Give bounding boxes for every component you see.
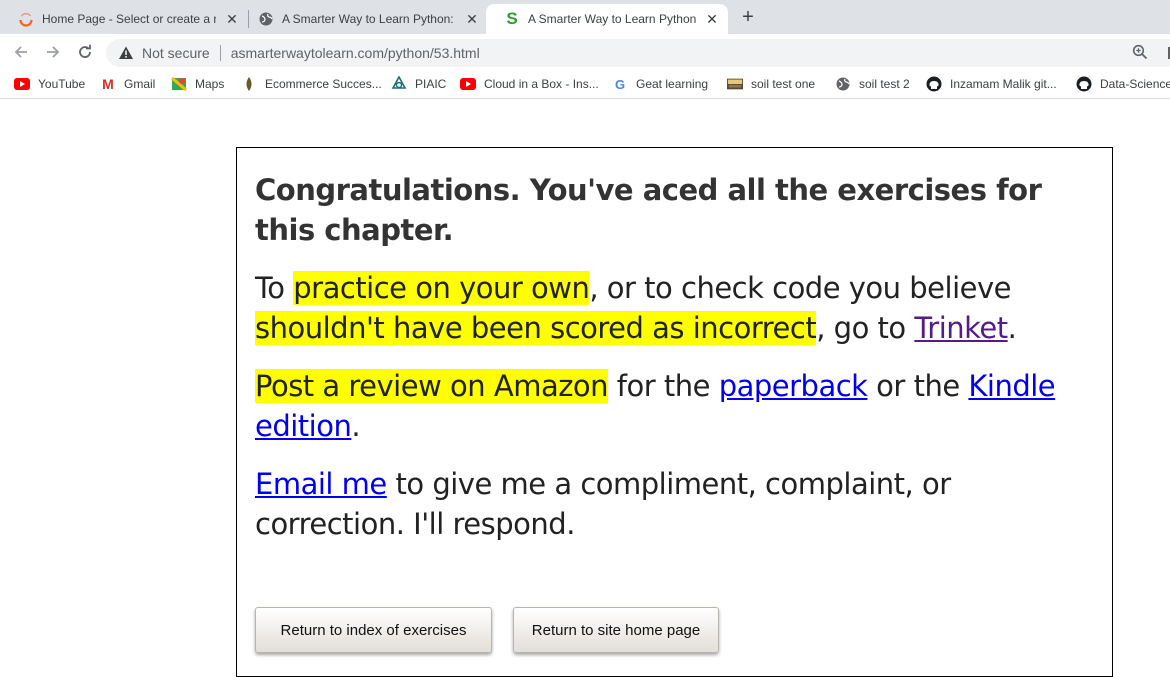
bookmark-ecommerce[interactable]: Ecommerce Succes... — [241, 76, 382, 92]
tab-home-page[interactable]: Home Page - Select or create a n ✕ — [0, 4, 248, 34]
bookmark-inzamam-github[interactable]: Inzamam Malik git... — [926, 76, 1057, 92]
highlight-incorrect: shouldn't have been scored as incorrect — [255, 311, 817, 345]
youtube-icon — [460, 76, 476, 92]
forward-button[interactable] — [41, 40, 65, 64]
bookmark-cloud-in-a-box[interactable]: Cloud in a Box - Ins... — [460, 76, 599, 92]
page-heading: Congratulations. You've aced all the exe… — [255, 173, 1042, 247]
tab-strip: Home Page - Select or create a n ✕ A Sma… — [0, 0, 1170, 34]
bookmark-label: Ecommerce Succes... — [265, 77, 382, 91]
text: or the — [867, 369, 969, 403]
close-tab-icon[interactable]: ✕ — [224, 11, 240, 28]
text: To — [255, 271, 294, 305]
text: . — [351, 409, 361, 443]
tab-title: Home Page - Select or create a n — [42, 12, 216, 26]
warning-icon[interactable] — [118, 45, 134, 61]
text: . — [1007, 311, 1017, 345]
github-icon — [926, 76, 942, 92]
bookmark-soil-test-one[interactable]: soil test one — [727, 76, 815, 92]
browser-toolbar: Not secure asmarterwaytolearn.com/python… — [0, 34, 1170, 70]
tab-title: A Smarter Way to Learn Python: L — [282, 12, 456, 26]
email-paragraph: Email me to give me a compliment, compla… — [255, 464, 1095, 544]
text: , or to check code you believe — [589, 271, 1011, 305]
bookmark-label: PIAIC — [415, 77, 447, 91]
reload-button[interactable] — [73, 40, 97, 64]
google-icon: G — [614, 76, 626, 92]
back-button[interactable] — [9, 40, 33, 64]
forward-arrow-icon — [47, 46, 60, 58]
omnibox-divider — [219, 45, 221, 61]
bookmark-geat-learning[interactable]: G Geat learning — [612, 76, 708, 92]
close-tab-icon[interactable]: ✕ — [704, 11, 720, 28]
gmail-icon: M — [102, 76, 114, 92]
github-icon — [1076, 76, 1092, 92]
back-arrow-icon — [14, 46, 27, 58]
exercise-complete-panel: Congratulations. You've aced all the exe… — [236, 147, 1113, 677]
bookmark-label: soil test one — [751, 77, 816, 91]
globe-icon — [835, 76, 851, 92]
tab-smarter-way-python[interactable]: A Smarter Way to Learn Python: L ✕ — [240, 4, 488, 34]
orange-arc-icon — [18, 11, 34, 27]
bookmark-label: Maps — [195, 77, 225, 91]
bookmarks-bar: YouTube M Gmail Maps Ecommerce Succes...… — [0, 70, 1170, 99]
close-tab-icon[interactable]: ✕ — [464, 11, 480, 28]
address-bar[interactable]: Not secure asmarterwaytolearn.com/python… — [106, 39, 1170, 67]
tab-title: A Smarter Way to Learn Python - — [528, 12, 696, 26]
bookmark-maps[interactable]: Maps — [171, 76, 224, 92]
reload-icon — [79, 44, 91, 58]
green-s-icon: S — [506, 9, 518, 28]
youtube-icon — [14, 76, 30, 92]
return-to-index-button[interactable]: Return to index of exercises — [255, 607, 492, 653]
tab-active-smarter-way-python[interactable]: S A Smarter Way to Learn Python - ✕ — [486, 4, 728, 34]
text: for the — [608, 369, 719, 403]
bookmark-piaic[interactable]: PIAIC — [391, 76, 446, 92]
bookmark-label: Gmail — [124, 77, 156, 91]
bookmark-label: YouTube — [38, 77, 86, 91]
trinket-link[interactable]: Trinket — [914, 311, 1008, 345]
review-paragraph: Post a review on Amazon for the paperbac… — [255, 366, 1095, 446]
piaic-icon — [391, 76, 407, 92]
bookmark-label: soil test 2 — [859, 77, 910, 91]
bookmark-data-science[interactable]: Data-Science — [1076, 76, 1170, 92]
bookmark-label: Data-Science — [1100, 77, 1170, 91]
highlight-practice: practice on your own — [293, 271, 590, 305]
email-me-link[interactable]: Email me — [255, 467, 387, 501]
bookmark-gmail[interactable]: M Gmail — [100, 76, 155, 92]
panel-content: Congratulations. You've aced all the exe… — [255, 170, 1095, 562]
bookmark-label: Inzamam Malik git... — [950, 77, 1057, 91]
globe-icon — [258, 11, 274, 27]
practice-paragraph: To practice on your own, or to check cod… — [255, 268, 1095, 348]
return-to-home-button[interactable]: Return to site home page — [513, 607, 719, 653]
highlight-review: Post a review on Amazon — [255, 369, 609, 403]
text: , go to — [816, 311, 915, 345]
bookmark-label: Cloud in a Box - Ins... — [484, 77, 599, 91]
maps-icon — [171, 76, 187, 92]
leaf-icon — [241, 76, 257, 92]
bookmark-label: Geat learning — [636, 77, 709, 91]
zoom-icon[interactable] — [1132, 44, 1148, 63]
stp-icon — [727, 76, 743, 92]
bookmark-youtube[interactable]: YouTube — [14, 76, 85, 92]
url-text[interactable]: asmarterwaytolearn.com/python/53.html — [231, 45, 480, 61]
bookmark-soil-test-2[interactable]: soil test 2 — [835, 76, 910, 92]
security-label[interactable]: Not secure — [142, 45, 210, 61]
paperback-link[interactable]: paperback — [719, 369, 868, 403]
new-tab-button[interactable]: + — [738, 6, 758, 29]
